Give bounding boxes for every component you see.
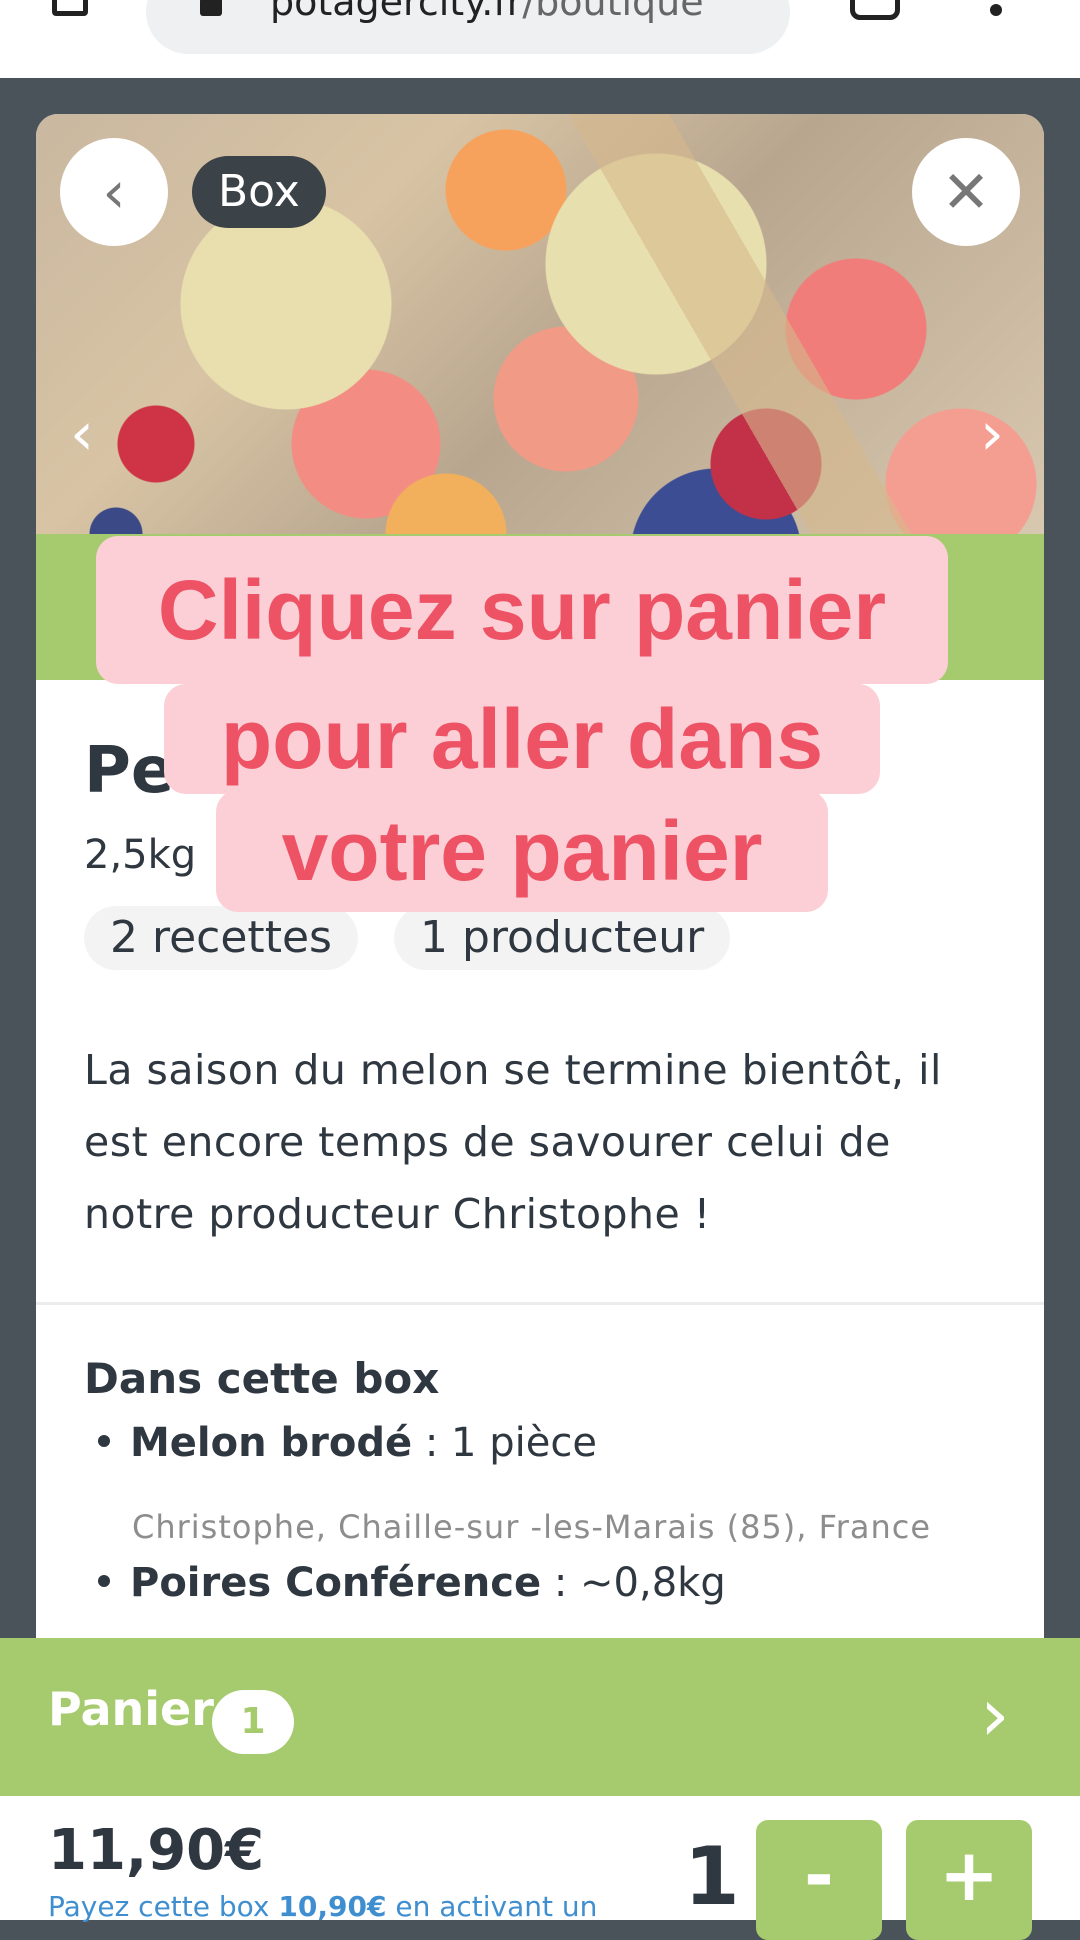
image-band <box>36 534 1044 680</box>
product-weight: 2,5kg <box>84 832 197 878</box>
browser-toolbar: potagercity.fr/boutique <box>0 0 1080 78</box>
product-description: La saison du melon se termine bientôt, i… <box>84 1046 942 1238</box>
close-icon: ✕ <box>941 158 991 226</box>
category-badge: Box <box>192 156 326 228</box>
divider <box>36 1302 1044 1305</box>
item-name: Poires Conférence <box>130 1560 542 1606</box>
cart-label: Panier <box>48 1682 214 1736</box>
subscription-offer[interactable]: Payez cette box 10,90€ en activant un <box>48 1890 597 1923</box>
list-item: Poires Conférence : ~0,8kg <box>84 1560 1024 1606</box>
offer-price: 10,90€ <box>278 1890 387 1923</box>
url-domain: potagercity.fr <box>270 0 523 24</box>
increase-quantity-button[interactable]: + <box>906 1820 1032 1940</box>
box-contents-title: Dans cette box <box>84 1354 440 1403</box>
cart-bar[interactable]: Panier 1 › <box>0 1638 1080 1796</box>
quantity-value: 1 <box>684 1830 740 1923</box>
item-quantity: : 1 pièce <box>412 1420 597 1466</box>
close-button[interactable]: ✕ <box>912 138 1020 246</box>
item-quantity: : ~0,8kg <box>541 1560 726 1606</box>
decrease-quantity-button[interactable]: - <box>756 1820 882 1940</box>
tabs-icon[interactable] <box>850 0 900 20</box>
home-icon[interactable] <box>52 0 88 16</box>
back-button[interactable]: ‹ <box>60 138 168 246</box>
menu-dots-icon[interactable] <box>990 4 1002 16</box>
purchase-panel: 11,90€ Payez cette box 10,90€ en activan… <box>0 1796 1080 1940</box>
lock-icon <box>200 0 222 16</box>
product-image-crate <box>36 114 1044 534</box>
recipes-chip[interactable]: 2 recettes <box>84 906 358 970</box>
offer-suffix: en activant un <box>386 1890 598 1923</box>
address-bar[interactable]: potagercity.fr/boutique <box>146 0 790 54</box>
chevron-right-icon: › <box>980 1672 1010 1758</box>
url-path: /boutique <box>522 0 704 24</box>
list-item: Melon brodé : 1 pièce <box>84 1420 1024 1466</box>
offer-prefix: Payez cette box <box>48 1890 279 1923</box>
url-text[interactable]: potagercity.fr/boutique <box>270 0 704 24</box>
item-origin: Christophe, Chaille-sur -les-Marais (85)… <box>132 1508 932 1546</box>
carousel-prev-icon[interactable]: ‹ <box>70 404 94 464</box>
chevron-left-icon: ‹ <box>102 158 126 226</box>
producers-chip[interactable]: 1 producteur <box>394 906 731 970</box>
cart-count-badge: 1 <box>212 1690 294 1754</box>
item-name: Melon brodé <box>130 1420 413 1466</box>
price: 11,90€ <box>48 1818 265 1883</box>
product-title: Pe <box>84 734 175 808</box>
carousel-next-icon[interactable]: › <box>980 404 1004 464</box>
bullet-icon <box>98 1575 110 1587</box>
bullet-icon <box>98 1435 110 1447</box>
product-modal: ‹ Box ✕ ‹ › Pe 2,5kg 2 recettes 1 produc… <box>36 114 1044 1644</box>
